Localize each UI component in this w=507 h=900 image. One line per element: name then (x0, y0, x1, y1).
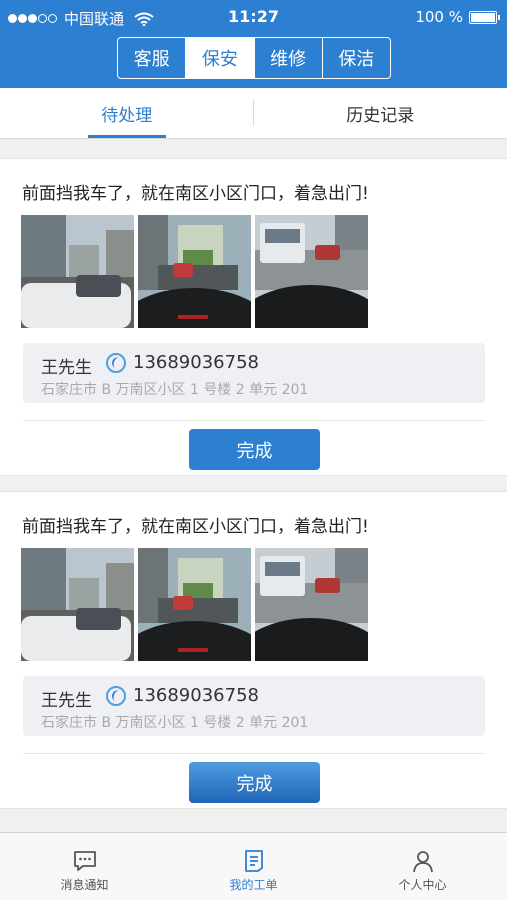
photo-thumbnail-street[interactable] (21, 215, 134, 328)
card-divider (23, 753, 485, 754)
tab-history[interactable]: 历史记录 (254, 88, 507, 138)
person-icon (412, 851, 433, 873)
contact-address: 石家庄市 B 万南区小区 1 号楼 2 单元 201 (41, 382, 309, 398)
status-bar: 中国联通 11:27 100 % (0, 0, 507, 34)
battery-icon (469, 10, 500, 24)
contact-address: 石家庄市 B 万南区小区 1 号楼 2 单元 201 (41, 715, 309, 731)
car-interior-photo-image (138, 548, 251, 661)
segment-security[interactable]: 保安 (186, 38, 255, 78)
contact-info: 王先生 13689036758 石家庄市 B 万南区小区 1 号楼 2 单元 2… (23, 676, 485, 736)
car-interior-photo-image (138, 215, 251, 328)
contact-phone[interactable]: 13689036758 (133, 685, 259, 706)
photo-thumbnail-street[interactable] (21, 548, 134, 661)
order-card: 前面挡我车了，就在南区小区门口，着急出门! 王先生 13689036758 石家… (0, 158, 507, 476)
bottom-tab-bar: 消息通知 我的工单 个人中心 (0, 832, 507, 900)
segment-repair[interactable]: 维修 (255, 38, 323, 78)
photo-thumbnail-truck[interactable] (255, 548, 368, 661)
order-message: 前面挡我车了，就在南区小区门口，着急出门! (22, 184, 369, 204)
document-list-icon (244, 850, 263, 872)
tabbar-item-profile[interactable]: 个人中心 (338, 833, 507, 900)
order-card: 前面挡我车了，就在南区小区门口，着急出门! 王先生 13689036758 石家… (0, 491, 507, 809)
app-header: 中国联通 11:27 100 % 客服 保安 维修 保洁 (0, 0, 507, 88)
truck-photo-image (255, 215, 368, 328)
phone-icon[interactable] (106, 686, 126, 706)
chat-bubble-icon (73, 851, 96, 871)
photo-thumbnail-truck[interactable] (255, 215, 368, 328)
street-photo-image (21, 548, 134, 661)
truck-photo-image (255, 548, 368, 661)
tabbar-item-my-orders[interactable]: 我的工单 (169, 833, 338, 900)
contact-name: 王先生 (41, 358, 92, 378)
tabbar-item-messages[interactable]: 消息通知 (0, 833, 169, 900)
complete-button[interactable]: 完成 (189, 762, 320, 803)
battery-percent: 100 % (415, 8, 463, 26)
status-right: 100 % (415, 8, 500, 26)
phone-icon[interactable] (106, 353, 126, 373)
tab-pending[interactable]: 待处理 (0, 88, 254, 138)
contact-name: 王先生 (41, 691, 92, 711)
order-message: 前面挡我车了，就在南区小区门口，着急出门! (22, 517, 369, 537)
contact-phone[interactable]: 13689036758 (133, 352, 259, 373)
complete-button[interactable]: 完成 (189, 429, 320, 470)
service-type-selector: 客服 保安 维修 保洁 (117, 37, 391, 79)
card-divider (23, 420, 485, 421)
photo-thumbnail-car-interior[interactable] (138, 215, 251, 328)
photo-strip (21, 548, 372, 661)
tabbar-label-profile: 个人中心 (398, 878, 447, 892)
segment-customer-service[interactable]: 客服 (118, 38, 187, 78)
tab-divider (253, 100, 254, 126)
tabbar-label-messages: 消息通知 (60, 878, 109, 892)
photo-thumbnail-car-interior[interactable] (138, 548, 251, 661)
contact-info: 王先生 13689036758 石家庄市 B 万南区小区 1 号楼 2 单元 2… (23, 343, 485, 403)
photo-strip (21, 215, 372, 328)
street-photo-image (21, 215, 134, 328)
tabbar-label-my-orders: 我的工单 (229, 878, 278, 892)
segment-cleaning[interactable]: 保洁 (323, 38, 390, 78)
